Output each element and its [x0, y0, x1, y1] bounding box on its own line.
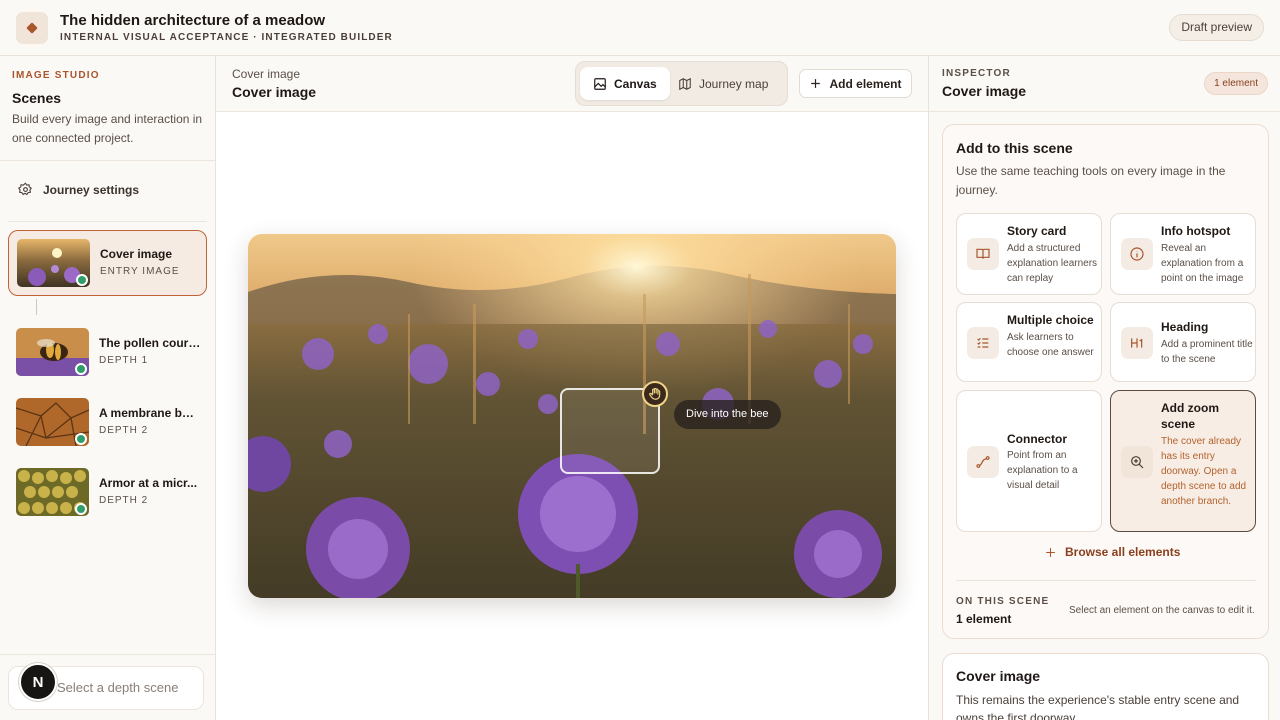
canvas-area: Cover image Cover image Canvas Journey m…	[216, 56, 928, 720]
tool-info-hotspot[interactable]: Info hotspot Reveal an explanation from …	[1110, 213, 1256, 295]
book-icon	[967, 238, 999, 270]
tool-name: Heading	[1161, 320, 1209, 334]
draft-preview-button[interactable]: Draft preview	[1169, 14, 1264, 41]
zoom-icon	[1121, 446, 1153, 478]
scene-name: The pollen courier	[99, 336, 201, 350]
tab-journey-map-label: Journey map	[699, 76, 769, 91]
tool-name: Info hotspot	[1161, 224, 1231, 238]
project-title: The hidden architecture of a meadow	[60, 12, 326, 29]
tool-story-card[interactable]: Story card Add a structured explanation …	[956, 213, 1102, 295]
journey-settings-label: Journey settings	[43, 182, 140, 197]
divider	[929, 111, 1280, 112]
hotspot-label[interactable]: Dive into the bee	[674, 400, 781, 429]
on-scene-hint: Select an element on the canvas to edit …	[1069, 605, 1255, 616]
tool-name: Story card	[1007, 224, 1067, 238]
image-icon	[594, 77, 606, 90]
tool-description: Add a prominent title to the scene	[1161, 339, 1253, 365]
tool-name: Add zoom scene	[1161, 401, 1219, 431]
tool-heading[interactable]: Heading Add a prominent title to the sce…	[1110, 302, 1256, 382]
on-scene-count: 1 element	[956, 612, 1012, 626]
add-element-button[interactable]: Add element	[799, 69, 912, 98]
status-dot	[75, 433, 87, 445]
panel-title: Add to this scene	[956, 140, 1073, 156]
tool-multiple-choice[interactable]: Multiple choice Ask learners to choose o…	[956, 302, 1102, 382]
scenes-sidebar: IMAGE STUDIO Scenes Build every image an…	[0, 56, 216, 720]
scene-name: A membrane buil...	[99, 406, 201, 420]
hand-icon[interactable]	[642, 381, 668, 407]
breadcrumb: Cover image	[232, 67, 301, 81]
element-count-badge: 1 element	[1204, 72, 1268, 95]
scene-depth: ENTRY IMAGE	[100, 266, 180, 277]
tree-connector	[36, 299, 37, 315]
info-icon	[1121, 238, 1153, 270]
tool-name: Multiple choice	[1007, 313, 1094, 327]
journey-settings-button[interactable]: Journey settings	[18, 182, 139, 197]
connector-icon	[967, 446, 999, 478]
cover-image-panel: Cover image This remains the experience'…	[942, 653, 1269, 720]
scene-depth: DEPTH 2	[99, 495, 149, 506]
scene-item-cover-image[interactable]: Cover image ENTRY IMAGE	[8, 230, 207, 296]
tab-journey-map[interactable]: Journey map	[665, 67, 781, 100]
canvas-header: Cover image Cover image Canvas Journey m…	[216, 56, 928, 112]
tool-description: Ask learners to choose one answer	[1007, 332, 1094, 358]
divider	[8, 221, 207, 222]
scene-item-pollen-courier[interactable]: The pollen courier DEPTH 1	[8, 320, 207, 386]
project-subtitle: INTERNAL VISUAL ACCEPTANCE · INTEGRATED …	[60, 32, 393, 43]
top-bar: The hidden architecture of a meadow INTE…	[0, 0, 1280, 56]
panel-description: Use the same teaching tools on every ima…	[956, 164, 1226, 197]
tab-canvas-label: Canvas	[614, 76, 657, 91]
divider	[0, 654, 215, 655]
tool-connector[interactable]: Connector Point from an explanation to a…	[956, 390, 1102, 532]
inspector-eyebrow: INSPECTOR	[942, 68, 1011, 79]
sidebar-description: Build every image and interaction in one…	[12, 112, 203, 145]
cover-panel-description: This remains the experience's stable ent…	[956, 693, 1240, 720]
scene-name: Armor at a micr...	[99, 476, 198, 490]
tab-canvas[interactable]: Canvas	[580, 67, 670, 100]
tool-description: Reveal an explanation from a point on th…	[1161, 243, 1244, 284]
divider	[0, 160, 215, 161]
scene-name: Cover image	[100, 247, 173, 261]
inspector-title: Cover image	[942, 83, 1027, 99]
cover-panel-title: Cover image	[956, 668, 1041, 684]
scene-title: Cover image	[232, 84, 317, 100]
diamond-icon	[16, 12, 48, 44]
map-icon	[679, 77, 691, 90]
add-to-scene-panel: Add to this scene Use the same teaching …	[942, 124, 1269, 639]
tool-description: The cover already has its entry doorway.…	[1161, 436, 1247, 507]
browse-label: Browse all elements	[1065, 545, 1181, 559]
plus-icon	[1046, 547, 1055, 557]
status-dot	[75, 363, 87, 375]
scene-depth: DEPTH 1	[99, 355, 149, 366]
sidebar-heading: Scenes	[12, 90, 62, 106]
tool-add-zoom-scene[interactable]: Add zoom scene The cover already has its…	[1110, 390, 1256, 532]
scene-item-armor[interactable]: Armor at a micr... DEPTH 2	[8, 460, 207, 526]
scene-depth: DEPTH 2	[99, 425, 149, 436]
tool-description: Point from an explanation to a visual de…	[1007, 450, 1078, 491]
heading-icon	[1121, 327, 1153, 359]
avatar[interactable]: N	[19, 663, 57, 701]
sidebar-eyebrow: IMAGE STUDIO	[12, 70, 100, 81]
status-dot	[76, 274, 88, 286]
tool-description: Add a structured explanation learners ca…	[1007, 243, 1098, 284]
on-scene-eyebrow: ON THIS SCENE	[956, 596, 1050, 607]
gear-icon	[18, 182, 32, 196]
list-icon	[967, 327, 999, 359]
plus-icon	[811, 79, 821, 88]
scene-item-membrane[interactable]: A membrane buil... DEPTH 2	[8, 390, 207, 456]
divider	[956, 580, 1256, 581]
add-element-label: Add element	[829, 76, 902, 91]
status-dot	[75, 503, 87, 515]
tool-name: Connector	[1007, 432, 1067, 446]
inspector-panel: INSPECTOR Cover image 1 element Add to t…	[928, 56, 1280, 720]
view-toggle: Canvas Journey map	[575, 61, 788, 106]
browse-all-elements-button[interactable]: Browse all elements	[1044, 545, 1180, 559]
